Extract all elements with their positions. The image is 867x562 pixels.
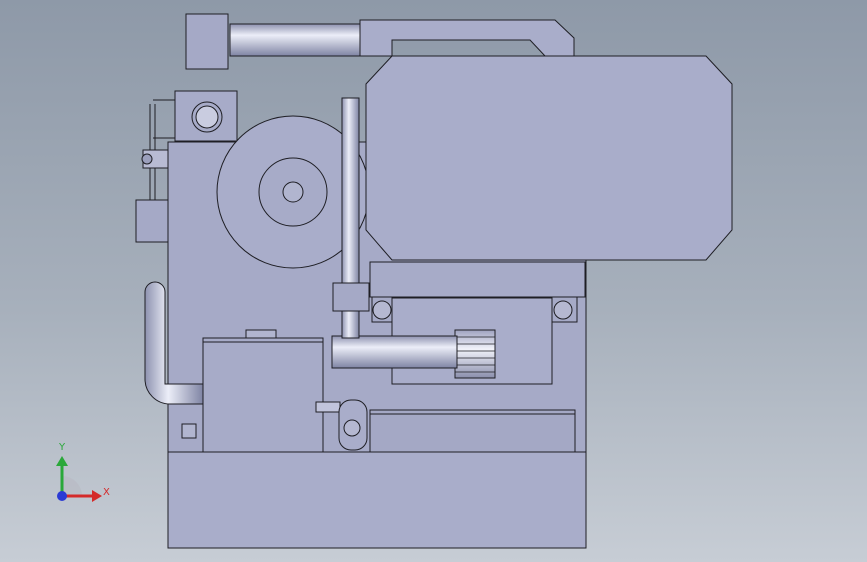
top-rod (229, 23, 361, 57)
machine-assembly-drawing (56, 13, 733, 549)
lower-housing (369, 409, 576, 453)
x-axis-label: X (103, 487, 110, 498)
model-viewport[interactable]: Y X (0, 0, 867, 562)
horizontal-shaft (331, 335, 458, 369)
y-axis-label: Y (59, 442, 66, 453)
left-box (202, 337, 324, 453)
slider-rail (369, 261, 586, 298)
top-left-block (185, 13, 229, 70)
top-bracket (359, 19, 575, 57)
base-block (167, 451, 587, 549)
coordinate-triad (56, 456, 102, 502)
left-mount-block (135, 199, 169, 243)
motor-cover (365, 55, 733, 261)
